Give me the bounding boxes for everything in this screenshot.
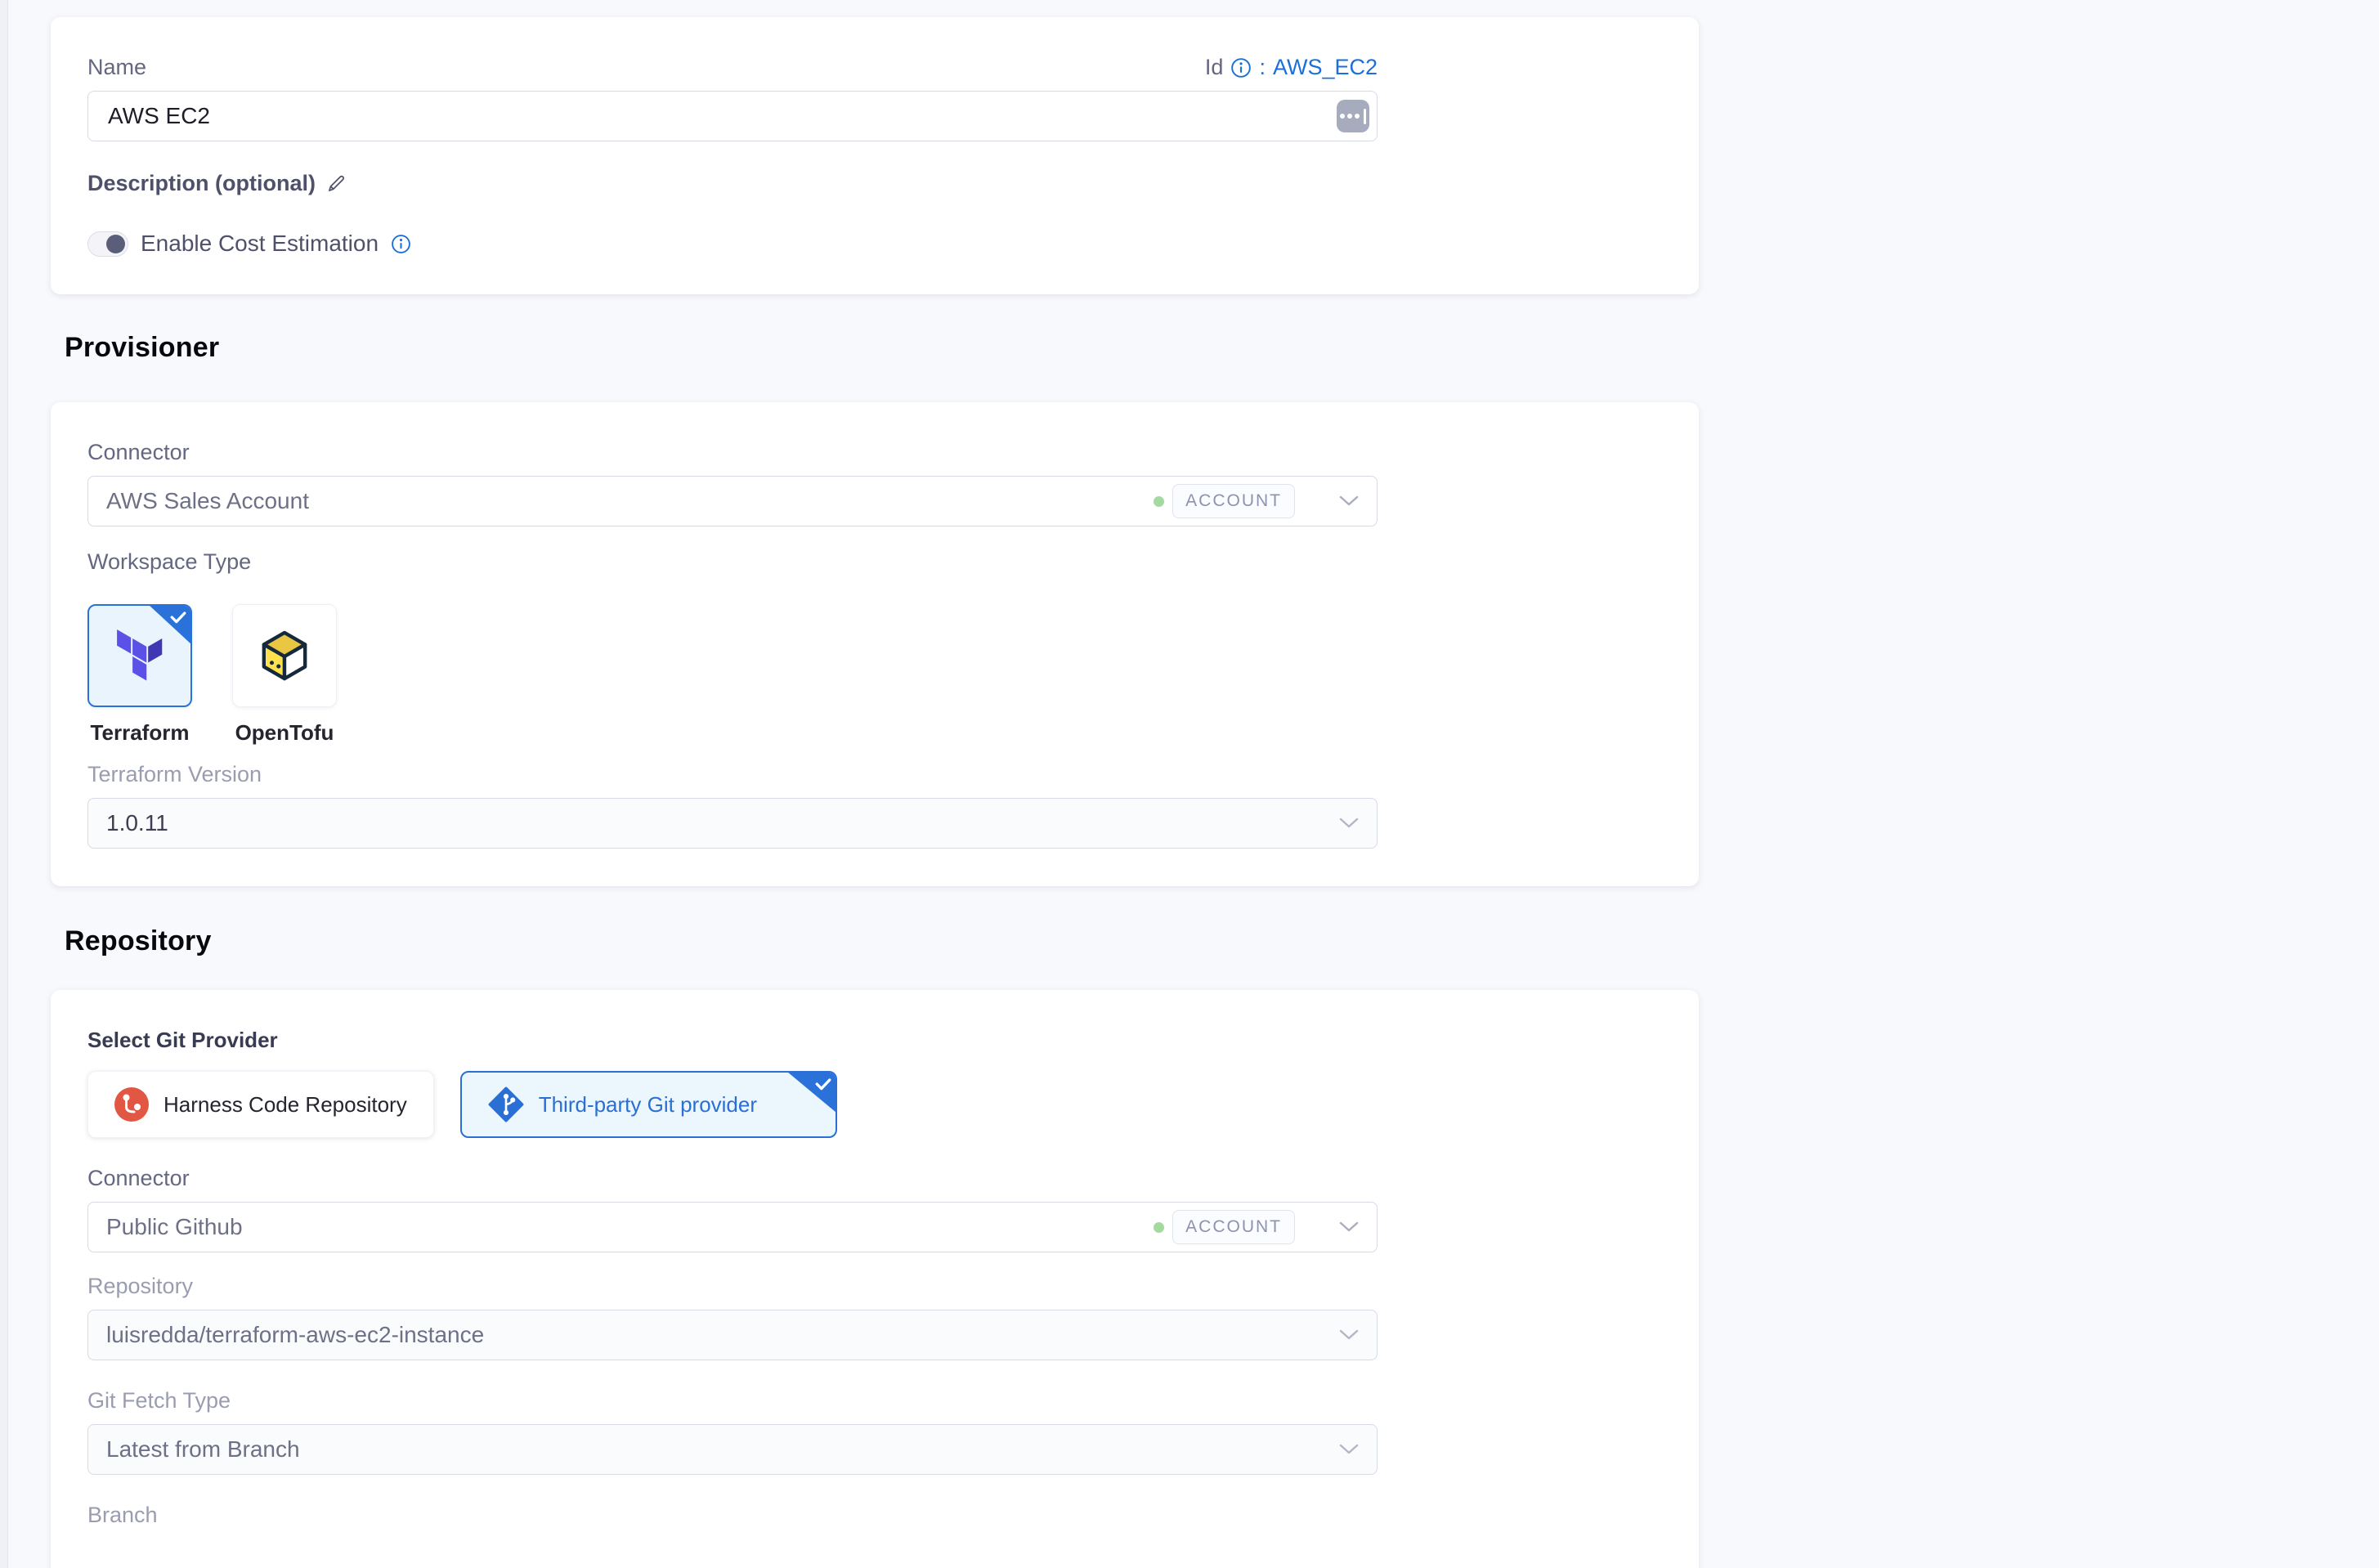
git-fetch-type-label: Git Fetch Type <box>87 1388 1662 1413</box>
git-provider-label: Select Git Provider <box>87 1028 278 1052</box>
tile-label-terraform: Terraform <box>91 720 190 746</box>
git-fetch-type-value: Latest from Branch <box>106 1436 1295 1463</box>
provisioner-connector-select[interactable]: AWS Sales Account ACCOUNT <box>87 476 1378 526</box>
connector-value: AWS Sales Account <box>106 488 1154 514</box>
info-icon[interactable] <box>391 234 411 254</box>
branch-label: Branch <box>87 1503 1662 1528</box>
chevron-down-icon <box>1339 818 1359 829</box>
id-separator: : <box>1259 55 1266 80</box>
workspace-config-page: Name Id : AWS_EC2 Description (optional) <box>51 0 1699 1568</box>
info-icon[interactable] <box>1230 57 1252 78</box>
git-provider-harness-button[interactable]: Harness Code Repository <box>87 1071 434 1138</box>
chevron-down-icon <box>1339 495 1359 507</box>
git-provider-thirdparty-label: Third-party Git provider <box>539 1092 757 1118</box>
chevron-down-icon <box>1339 1444 1359 1455</box>
scope-badge: ACCOUNT <box>1172 1210 1295 1244</box>
name-input-wrapper <box>87 91 1378 141</box>
repository-heading: Repository <box>65 925 1699 957</box>
repo-connector-select[interactable]: Public Github ACCOUNT <box>87 1202 1378 1252</box>
workspace-type-opentofu-tile[interactable] <box>232 604 337 707</box>
provisioner-connector-label: Connector <box>87 440 1662 465</box>
provisioner-heading: Provisioner <box>65 332 1699 364</box>
description-label: Description (optional) <box>87 171 316 196</box>
scope-dot-icon <box>1154 496 1164 507</box>
pencil-icon[interactable] <box>325 173 347 195</box>
tile-label-opentofu: OpenTofu <box>235 720 334 746</box>
harness-code-icon <box>114 1087 149 1122</box>
check-icon <box>170 611 186 624</box>
repository-value: luisredda/terraform-aws-ec2-instance <box>106 1322 1295 1348</box>
scope-dot-icon <box>1154 1222 1164 1233</box>
repo-connector-label: Connector <box>87 1166 1662 1191</box>
id-value-link[interactable]: AWS_EC2 <box>1273 55 1378 80</box>
cost-estimation-label: Enable Cost Estimation <box>141 231 379 257</box>
chevron-down-icon <box>1339 1329 1359 1341</box>
git-provider-thirdparty-button[interactable]: Third-party Git provider <box>460 1071 837 1138</box>
chevron-down-icon <box>1339 1221 1359 1233</box>
git-provider-harness-label: Harness Code Repository <box>164 1092 407 1118</box>
repository-select[interactable]: luisredda/terraform-aws-ec2-instance <box>87 1310 1378 1360</box>
workspace-type-terraform-tile[interactable] <box>87 604 192 707</box>
terraform-version-label: Terraform Version <box>87 762 1662 787</box>
git-icon <box>488 1086 524 1122</box>
provisioner-card: Connector AWS Sales Account ACCOUNT Work… <box>51 402 1699 886</box>
fixed-value-type-icon[interactable] <box>1337 100 1369 132</box>
workspace-id: Id : AWS_EC2 <box>1205 55 1378 80</box>
name-label: Name <box>87 55 146 80</box>
git-fetch-type-select[interactable]: Latest from Branch <box>87 1424 1378 1475</box>
scope-badge: ACCOUNT <box>1172 484 1295 518</box>
repository-label: Repository <box>87 1274 1662 1299</box>
repo-connector-value: Public Github <box>106 1214 1154 1240</box>
check-icon <box>815 1077 831 1091</box>
opentofu-icon <box>259 629 310 683</box>
cost-estimation-toggle[interactable] <box>87 231 128 257</box>
terraform-version-select[interactable]: 1.0.11 <box>87 798 1378 849</box>
name-input[interactable] <box>88 103 1337 129</box>
terraform-version-value: 1.0.11 <box>106 810 1295 836</box>
repository-card: Select Git Provider Harness Code Reposit… <box>51 990 1699 1568</box>
workspace-type-label: Workspace Type <box>87 549 1662 575</box>
id-label: Id <box>1205 55 1224 80</box>
workspace-details-card: Name Id : AWS_EC2 Description (optional) <box>51 17 1699 294</box>
